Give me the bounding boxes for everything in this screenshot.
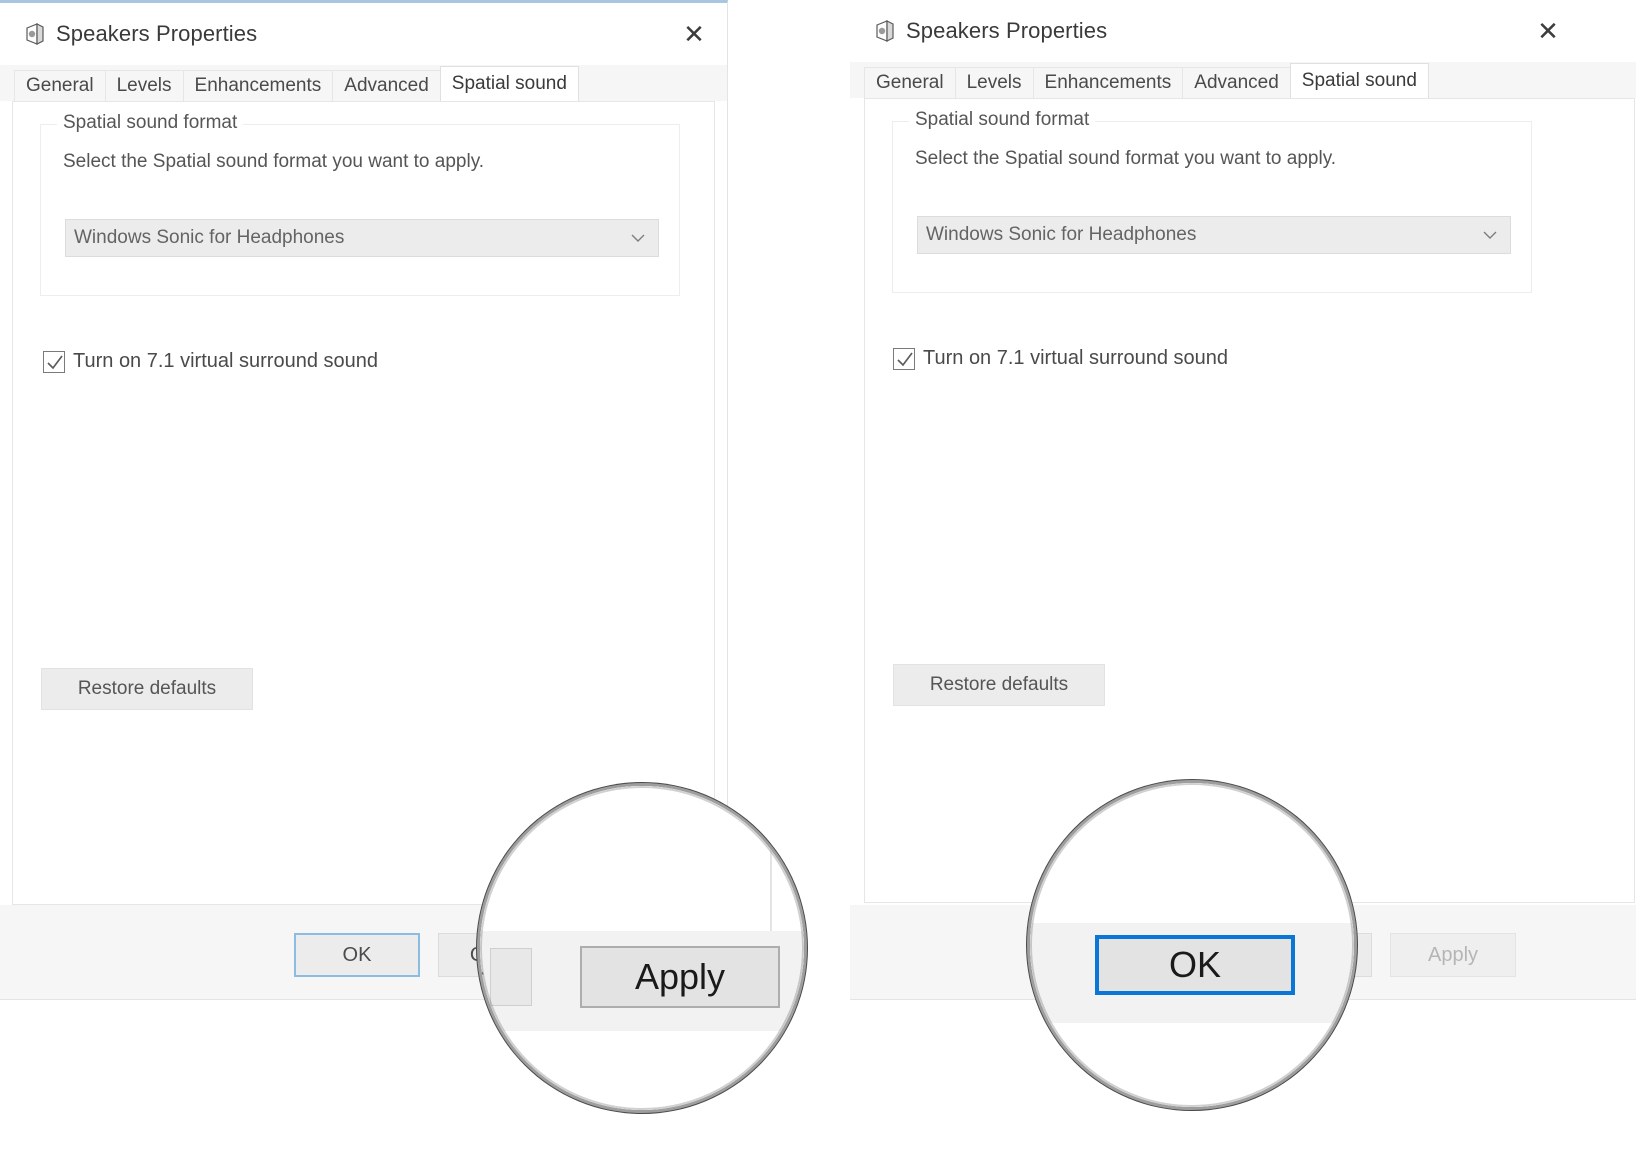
speaker-properties-icon	[24, 23, 46, 47]
group-title: Spatial sound format	[909, 109, 1095, 131]
magnifier-content: OK	[1030, 783, 1354, 1107]
window-title: Speakers Properties	[56, 21, 257, 47]
tab-enhancements[interactable]: Enhancements	[1033, 67, 1184, 98]
chevron-down-icon	[1482, 227, 1498, 243]
title-bar: Speakers Properties ✕	[850, 0, 1636, 62]
close-icon[interactable]: ✕	[1525, 12, 1571, 50]
magnified-cancel-button-partial	[490, 948, 532, 1006]
group-description: Select the Spatial sound format you want…	[63, 151, 484, 173]
checkmark-icon	[46, 354, 64, 372]
spatial-sound-format-group: Spatial sound format Select the Spatial …	[892, 121, 1532, 293]
magnifier-callout-apply: C Apply	[477, 783, 807, 1113]
speaker-properties-icon	[874, 20, 896, 44]
spatial-sound-format-select[interactable]: Windows Sonic for Headphones	[917, 216, 1511, 254]
magnified-ok-button[interactable]: OK	[1095, 935, 1295, 995]
checkmark-icon	[896, 351, 914, 369]
tab-levels[interactable]: Levels	[105, 70, 184, 101]
magnifier-callout-ok: OK	[1027, 780, 1357, 1110]
spatial-sound-format-select[interactable]: Windows Sonic for Headphones	[65, 219, 659, 257]
virtual-surround-label: Turn on 7.1 virtual surround sound	[73, 350, 378, 373]
virtual-surround-label: Turn on 7.1 virtual surround sound	[923, 347, 1228, 370]
virtual-surround-checkbox-row[interactable]: Turn on 7.1 virtual surround sound	[43, 350, 378, 373]
magnified-tabpage-corner	[477, 783, 772, 943]
virtual-surround-checkbox[interactable]	[43, 351, 65, 373]
restore-defaults-button[interactable]: Restore defaults	[893, 664, 1105, 706]
tab-page-spatial-sound: Spatial sound format Select the Spatial …	[12, 101, 715, 905]
tab-enhancements[interactable]: Enhancements	[183, 70, 334, 101]
tab-strip: General Levels Enhancements Advanced Spa…	[850, 62, 1636, 98]
ok-button[interactable]: OK	[294, 933, 420, 977]
tab-spatial-sound[interactable]: Spatial sound	[1290, 63, 1429, 98]
magnified-apply-button[interactable]: Apply	[580, 946, 780, 1008]
restore-defaults-button[interactable]: Restore defaults	[41, 668, 253, 710]
group-description: Select the Spatial sound format you want…	[915, 148, 1336, 170]
chevron-down-icon	[630, 230, 646, 246]
window-title: Speakers Properties	[906, 18, 1107, 44]
tab-general[interactable]: General	[864, 67, 956, 98]
tab-advanced[interactable]: Advanced	[332, 70, 441, 101]
select-value: Windows Sonic for Headphones	[926, 224, 1196, 246]
tab-levels[interactable]: Levels	[955, 67, 1034, 98]
select-value: Windows Sonic for Headphones	[74, 227, 344, 249]
magnifier-content: C Apply	[480, 786, 804, 1110]
apply-button: Apply	[1390, 933, 1516, 977]
close-icon[interactable]: ✕	[671, 15, 717, 53]
tab-strip: General Levels Enhancements Advanced Spa…	[0, 65, 727, 101]
tab-general[interactable]: General	[14, 70, 106, 101]
spatial-sound-format-group: Spatial sound format Select the Spatial …	[40, 124, 680, 296]
tab-spatial-sound[interactable]: Spatial sound	[440, 66, 579, 101]
group-title: Spatial sound format	[57, 112, 243, 134]
tab-advanced[interactable]: Advanced	[1182, 67, 1291, 98]
title-bar: Speakers Properties ✕	[0, 3, 727, 65]
virtual-surround-checkbox[interactable]	[893, 348, 915, 370]
virtual-surround-checkbox-row[interactable]: Turn on 7.1 virtual surround sound	[893, 347, 1228, 370]
